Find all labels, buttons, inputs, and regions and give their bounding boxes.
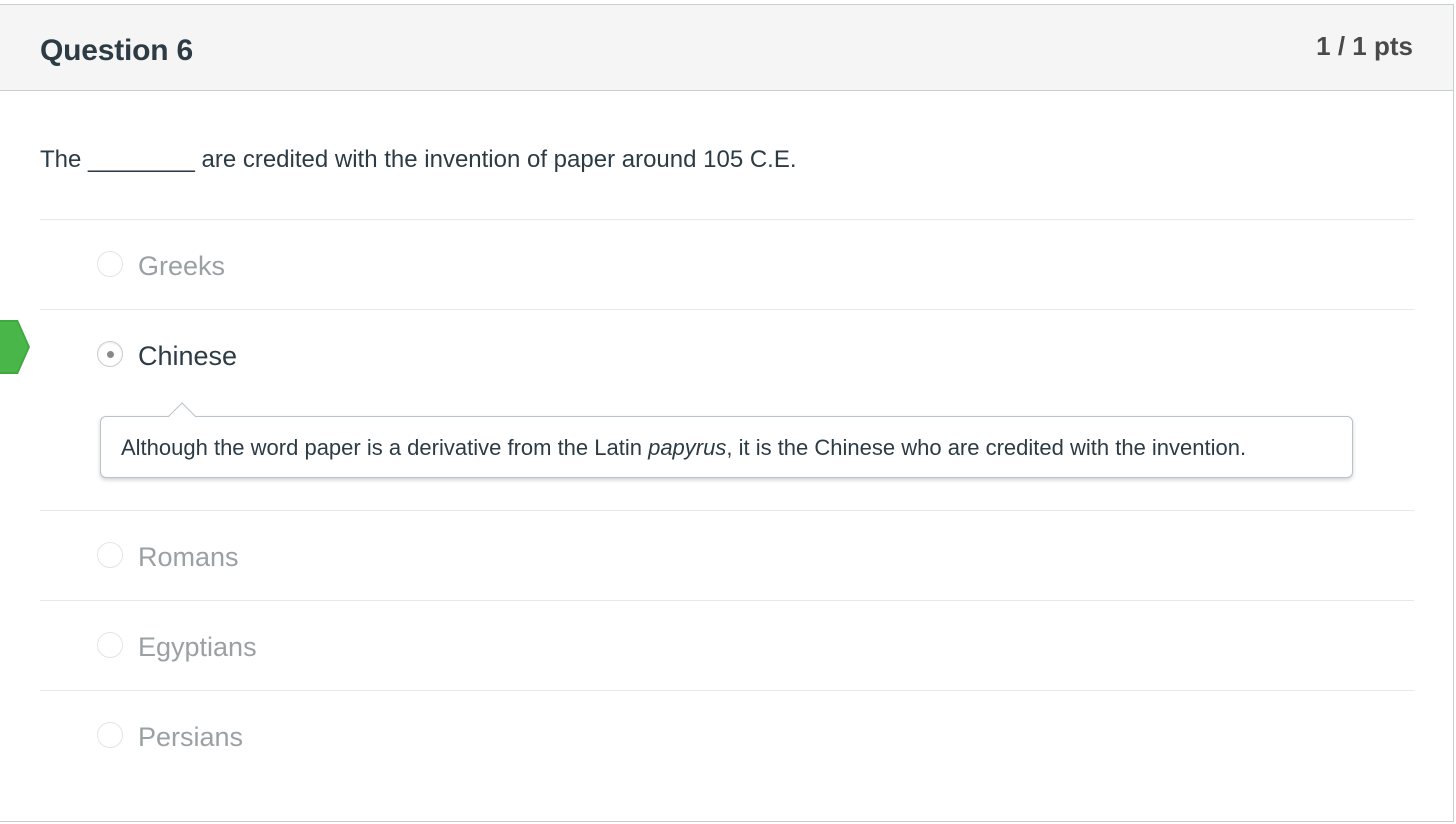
answer-comment: Although the word paper is a derivative … — [100, 402, 1353, 478]
comment-text: Although the word paper is a derivative … — [121, 435, 1246, 461]
answer-list: Greeks Chinese Although the word paper i… — [0, 219, 1414, 780]
answer-option-chinese[interactable]: Chinese Although the word paper is a der… — [0, 309, 1414, 510]
answer-option-egyptians[interactable]: Egyptians — [40, 600, 1414, 690]
question-title: Question 6 — [40, 34, 194, 67]
question-text: The ________ are credited with the inven… — [40, 146, 797, 173]
correct-answer-arrow-icon — [0, 320, 30, 374]
answer-option-persians[interactable]: Persians — [40, 690, 1414, 780]
question-card: Question 6 1 / 1 pts The ________ are cr… — [0, 4, 1454, 822]
answer-label: Romans — [138, 542, 239, 572]
radio-selected-icon[interactable] — [97, 341, 123, 367]
radio-dot — [107, 351, 114, 358]
radio-unselected-icon[interactable] — [97, 542, 123, 568]
comment-pointer — [167, 402, 197, 418]
answer-option-romans[interactable]: Romans — [40, 510, 1414, 600]
question-header: Question 6 1 / 1 pts — [0, 5, 1453, 91]
radio-unselected-icon[interactable] — [97, 722, 123, 748]
question-points: 1 / 1 pts — [1316, 31, 1413, 61]
comment-text-after: , it is the Chinese who are credited wit… — [726, 435, 1247, 460]
answer-label: Chinese — [138, 341, 238, 371]
answer-label: Persians — [138, 722, 244, 752]
answer-label: Greeks — [138, 251, 226, 281]
comment-text-before: Although the word paper is a derivative … — [121, 435, 649, 460]
answer-option-greeks[interactable]: Greeks — [40, 219, 1414, 309]
radio-unselected-icon[interactable] — [97, 632, 123, 658]
radio-unselected-icon[interactable] — [97, 251, 123, 277]
answer-label: Egyptians — [138, 632, 257, 662]
comment-emphasis: papyrus — [648, 435, 727, 460]
